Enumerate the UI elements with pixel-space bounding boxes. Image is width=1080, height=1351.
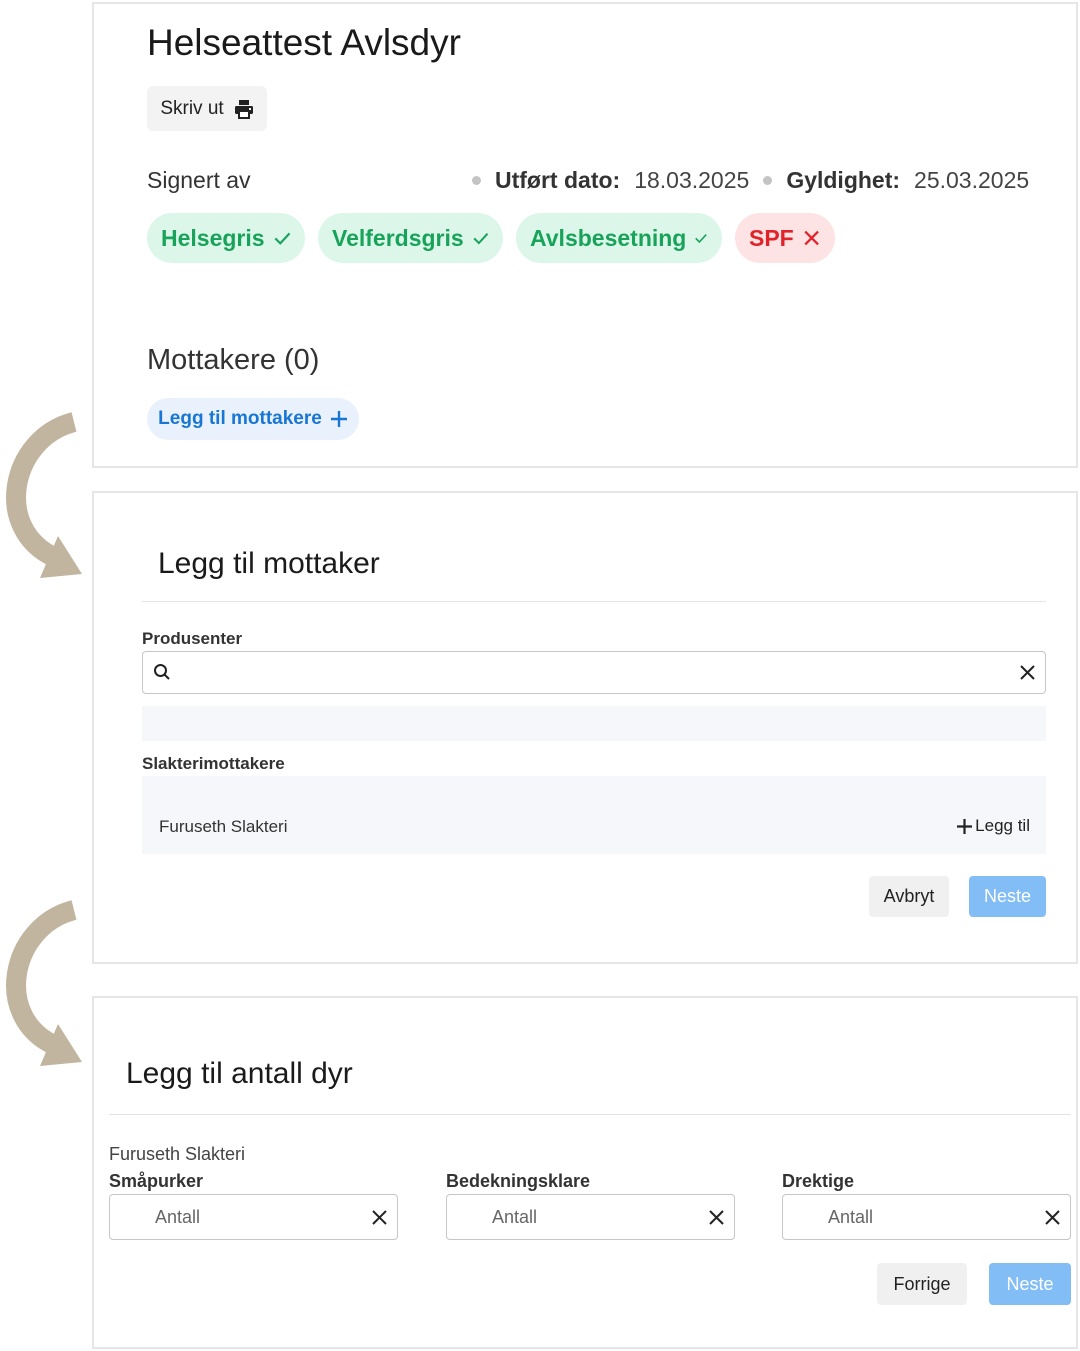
clear-icon[interactable] bbox=[1019, 664, 1036, 681]
status-chip-spf: SPF bbox=[735, 213, 835, 263]
check-icon bbox=[695, 234, 708, 244]
gilts-input[interactable] bbox=[155, 1203, 355, 1231]
ready-for-mating-field[interactable] bbox=[446, 1194, 735, 1240]
status-chip-velferdsgris: Velferdsgris bbox=[318, 213, 503, 263]
bullet-icon bbox=[472, 176, 481, 185]
gilts-field[interactable] bbox=[109, 1194, 398, 1240]
slaughterhouse-name: Furuseth Slakteri bbox=[159, 817, 288, 836]
printer-icon bbox=[234, 99, 253, 119]
add-label: Legg til bbox=[975, 816, 1030, 835]
clear-icon[interactable] bbox=[371, 1209, 388, 1226]
performed-date-value: 18.03.2025 bbox=[634, 167, 750, 193]
divider bbox=[109, 1114, 1071, 1115]
pregnant-input[interactable] bbox=[828, 1203, 1028, 1231]
plus-icon bbox=[957, 818, 973, 834]
signed-by-label: Signert av bbox=[147, 167, 251, 193]
producer-search-input[interactable] bbox=[183, 658, 1003, 688]
slaughter-recipients-label: Slakterimottakere bbox=[142, 754, 285, 773]
producers-label: Produsenter bbox=[142, 629, 243, 648]
pregnant-label: Drektige bbox=[782, 1171, 855, 1191]
recipient-name: Furuseth Slakteri bbox=[109, 1144, 246, 1164]
ready-for-mating-input[interactable] bbox=[492, 1203, 692, 1231]
close-icon bbox=[804, 230, 819, 246]
certificate-dates: Utført dato: 18.03.2025 Gyldighet: 25.03… bbox=[472, 167, 1029, 194]
producer-results-area bbox=[142, 706, 1046, 741]
clear-icon[interactable] bbox=[1044, 1209, 1061, 1226]
cancel-button[interactable]: Avbryt bbox=[869, 876, 949, 917]
validity-label: Gyldighet: bbox=[786, 167, 901, 193]
check-icon bbox=[473, 232, 488, 245]
recipients-title: Mottakere (0) bbox=[147, 344, 320, 376]
chip-label: Helsegris bbox=[161, 224, 265, 251]
dialog-title: Legg til antall dyr bbox=[126, 1057, 353, 1090]
check-icon bbox=[274, 232, 290, 245]
clear-icon[interactable] bbox=[708, 1209, 725, 1226]
dialog-title: Legg til mottaker bbox=[158, 547, 380, 580]
gilts-label: Småpurker bbox=[109, 1171, 204, 1191]
curved-arrow-icon bbox=[6, 900, 82, 1066]
next-button[interactable]: Neste bbox=[989, 1263, 1071, 1305]
producer-search-field[interactable] bbox=[142, 651, 1046, 694]
pregnant-field[interactable] bbox=[782, 1194, 1071, 1240]
certificate-panel: Helseattest Avlsdyr Skriv ut Signert av … bbox=[92, 2, 1078, 468]
plus-icon bbox=[330, 411, 347, 427]
print-button[interactable]: Skriv ut bbox=[147, 86, 267, 131]
divider bbox=[142, 601, 1046, 602]
curved-arrow-icon bbox=[6, 412, 82, 578]
add-count-dialog: Legg til antall dyr Furuseth Slakteri Sm… bbox=[92, 996, 1078, 1349]
chip-label: Velferdsgris bbox=[332, 224, 464, 251]
add-slaughterhouse-button[interactable]: Legg til bbox=[956, 816, 1030, 836]
status-chip-avlsbesetning: Avlsbesetning bbox=[516, 213, 722, 263]
performed-date-label: Utført dato: bbox=[495, 167, 621, 193]
chip-label: Avlsbesetning bbox=[530, 224, 687, 251]
next-button[interactable]: Neste bbox=[969, 876, 1046, 917]
print-button-label: Skriv ut bbox=[160, 97, 224, 119]
chip-label: SPF bbox=[749, 224, 794, 251]
bullet-icon bbox=[763, 176, 773, 185]
add-recipients-button[interactable]: Legg til mottakere bbox=[147, 398, 359, 440]
previous-button[interactable]: Forrige bbox=[877, 1263, 967, 1305]
page-title: Helseattest Avlsdyr bbox=[147, 22, 461, 63]
list-item: Furuseth Slakteri Legg til bbox=[142, 776, 1046, 854]
validity-value: 25.03.2025 bbox=[914, 167, 1030, 193]
status-chip-helsegris: Helsegris bbox=[147, 213, 305, 263]
add-recipient-dialog: Legg til mottaker Produsenter Slakterimo… bbox=[92, 491, 1078, 964]
ready-for-mating-label: Bedekningsklare bbox=[446, 1171, 591, 1191]
search-icon bbox=[154, 664, 170, 680]
add-recipients-label: Legg til mottakere bbox=[158, 408, 322, 429]
